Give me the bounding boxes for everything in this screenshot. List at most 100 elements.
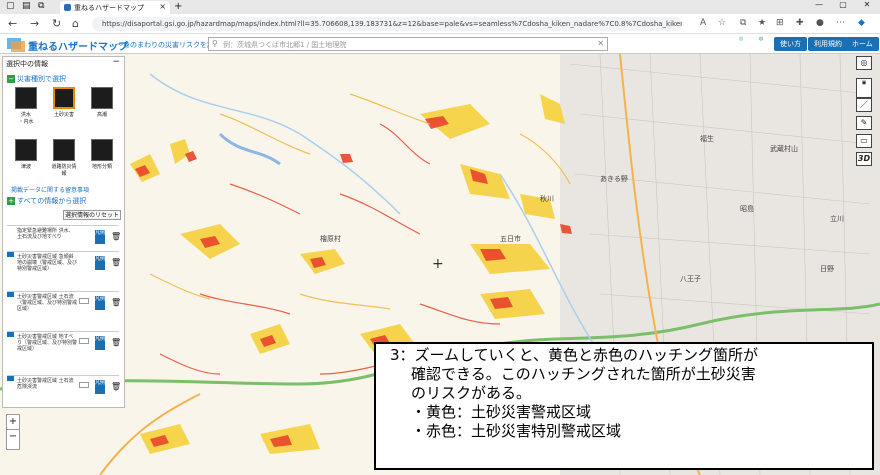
place-label-hachioji: 八王子 — [680, 275, 701, 283]
opacity-toggle[interactable] — [79, 298, 89, 304]
layer-tag — [7, 332, 14, 337]
layer-item: 土砂災害警戒区域 土石流危険渓流 凡例 🗑 — [7, 375, 121, 405]
place-label-tachikawa: 立川 — [830, 215, 844, 223]
legend-button[interactable]: 凡例 — [95, 296, 105, 310]
place-label-fussa: 福生 — [700, 135, 714, 143]
note-line-3: のリスクがある。 — [411, 384, 532, 402]
terms-button[interactable]: 利用規約 — [808, 37, 848, 51]
select-by-type-label: 災害種別で選択 — [17, 75, 66, 83]
select-all-info-link[interactable]: + すべての情報から選択 — [7, 196, 86, 206]
note-line-2: 確認できる。このハッチングされた箇所が土砂災害 — [411, 365, 756, 383]
reset-selection-button[interactable]: 選択情報のリセット — [63, 210, 121, 220]
legend-button[interactable]: 凡例 — [95, 230, 105, 244]
note-line-4: ・黄色：土砂災害警戒区域 — [411, 403, 592, 421]
hazard-terrain[interactable]: 地形分類 — [89, 139, 115, 170]
zoom-in-icon[interactable]: + — [7, 415, 19, 429]
layer-label: 土砂災害警戒区域 土石流危険渓流 — [17, 378, 74, 390]
layer-item: 指定緊急避難場所 洪水、土石流及び地すべり 凡例 🗑 — [7, 225, 121, 251]
pen-icon[interactable]: ✎ — [856, 116, 872, 130]
clear-search-icon[interactable]: ✕ — [597, 39, 604, 48]
extensions-icon[interactable]: ✚ — [796, 18, 804, 28]
favorites-list-icon[interactable]: ★ — [758, 18, 766, 28]
home-icon[interactable]: ⌂ — [72, 17, 79, 30]
hazard-label-terrain: 地形分類 — [91, 164, 112, 170]
hazard-label-tsunami: 津波 — [20, 164, 31, 170]
gsi-logo-icon[interactable]: ◎ — [732, 36, 750, 52]
place-label-hino: 日野 — [820, 265, 834, 273]
trash-icon[interactable]: 🗑 — [111, 258, 121, 267]
place-label-akiruno: あきる野 — [600, 175, 628, 183]
hazard-label-storm-surge: 高潮 — [96, 112, 107, 118]
legend-button[interactable]: 凡例 — [95, 256, 105, 270]
reload-icon[interactable]: ↻ — [52, 17, 61, 30]
panel-minimize-icon[interactable]: − — [112, 57, 120, 67]
map-center-crosshair-icon: + — [432, 256, 444, 272]
opacity-toggle[interactable] — [79, 382, 89, 388]
browser-tab[interactable]: 重ねるハザードマップ × — [60, 1, 170, 14]
3d-view-icon[interactable]: 3D — [856, 152, 872, 166]
howto-button[interactable]: 使い方 — [774, 37, 807, 51]
collapse-icon: − — [7, 75, 15, 83]
annotation-callout: 3：ズームしていくと、黄色と赤色のハッチング箇所が 確認できる。このハッチングさ… — [374, 342, 874, 470]
url-field[interactable]: https://disaportal.gsi.go.jp/hazardmap/m… — [92, 17, 682, 31]
hazard-road[interactable]: 道路防災情報 — [51, 139, 77, 177]
terrain-icon — [91, 139, 113, 161]
tsunami-icon — [15, 139, 37, 161]
trash-icon[interactable]: 🗑 — [111, 338, 121, 347]
briefcase-icon[interactable]: ▭ — [856, 134, 872, 148]
flood-icon — [15, 87, 37, 109]
address-bar: ← → ↻ ⌂ https://disaportal.gsi.go.jp/haz… — [0, 14, 880, 34]
trash-icon[interactable]: 🗑 — [111, 382, 121, 391]
trash-icon[interactable]: 🗑 — [111, 232, 121, 241]
mlit-logo-icon[interactable]: ◍ — [752, 36, 770, 52]
back-icon[interactable]: ← — [8, 17, 17, 30]
road-disaster-icon — [53, 139, 75, 161]
layer-item: 土砂災害警戒区域 土石流（警戒区域、及び特別警戒区域） 凡例 🗑 — [7, 291, 121, 331]
hazard-landslide[interactable]: 土砂災害 — [51, 87, 77, 118]
hazard-tsunami[interactable]: 津波 — [13, 139, 39, 170]
risk-info-tool-icon[interactable]: ▣ — [856, 78, 872, 98]
legend-button[interactable]: 凡例 — [95, 380, 105, 394]
note-line-5: ・赤色：土砂災害特別警戒区域 — [411, 422, 622, 440]
profile-icon[interactable]: ▢ — [6, 1, 15, 11]
zoom-control: + − — [6, 414, 20, 450]
tab-actions-icon[interactable]: ⧉ — [38, 1, 44, 11]
browser-tab-strip: ▢ ▤ ⧉ 重ねるハザードマップ × + — ▢ ✕ — [0, 0, 880, 14]
trash-icon[interactable]: 🗑 — [111, 298, 121, 307]
close-window-icon[interactable]: ✕ — [856, 0, 878, 9]
hazard-label-road: 道路防災情報 — [51, 164, 77, 177]
split-screen-icon[interactable]: ⧉ — [740, 18, 746, 28]
hazard-flood[interactable]: 洪水 ・内水 — [13, 87, 39, 125]
collections-icon[interactable]: ▤ — [22, 1, 31, 11]
collections-toolbar-icon[interactable]: ⊞ — [776, 18, 784, 28]
maximize-icon[interactable]: ▢ — [832, 0, 854, 9]
hazard-sublabel-inland: ・内水 — [18, 119, 34, 125]
layer-label: 指定緊急避難場所 洪水、土石流及び地すべり — [17, 228, 74, 240]
profile-avatar-icon[interactable]: ● — [816, 18, 824, 28]
search-placeholder: 例：茨城県つくば市北郷1 / 国土地理院 — [223, 41, 347, 49]
data-notes-link[interactable]: 掲載データに関する留意事項 — [11, 185, 89, 194]
hazard-storm-surge[interactable]: 高潮 — [89, 87, 115, 118]
place-label-akishima: 昭島 — [740, 205, 754, 213]
draw-line-icon[interactable]: ／ — [856, 98, 872, 112]
forward-icon[interactable]: → — [30, 17, 39, 30]
address-search-input[interactable]: ⚲ 例：茨城県つくば市北郷1 / 国土地理院 ✕ — [208, 37, 608, 51]
select-by-type-link[interactable]: − 災害種別で選択 — [7, 74, 66, 84]
more-menu-icon[interactable]: ⋯ — [836, 18, 845, 28]
gsi-tool-icon[interactable]: ◎ — [856, 56, 872, 70]
layer-label: 土砂災害警戒区域 急傾斜地の崩壊（警戒区域、及び特別警戒区域） — [17, 254, 78, 272]
panel-header: 選択中の情報 — [6, 60, 48, 68]
read-aloud-icon[interactable]: A — [700, 18, 706, 28]
opacity-toggle[interactable] — [79, 338, 89, 344]
app-header: 重ねるハザードマップ ～身のまわりの災害リスクを調べる～ ⚲ 例：茨城県つくば市… — [0, 34, 880, 54]
app-title[interactable]: 重ねるハザードマップ — [28, 38, 128, 53]
new-tab-icon[interactable]: + — [174, 1, 182, 12]
home-button[interactable]: ホーム — [846, 37, 879, 51]
close-tab-icon[interactable]: × — [159, 2, 166, 11]
minimize-icon[interactable]: — — [808, 0, 830, 9]
copilot-icon[interactable]: ◆ — [858, 18, 865, 28]
legend-button[interactable]: 凡例 — [95, 336, 105, 350]
zoom-out-icon[interactable]: − — [7, 429, 19, 444]
layer-tag — [7, 252, 14, 257]
favorite-icon[interactable]: ☆ — [718, 18, 726, 28]
